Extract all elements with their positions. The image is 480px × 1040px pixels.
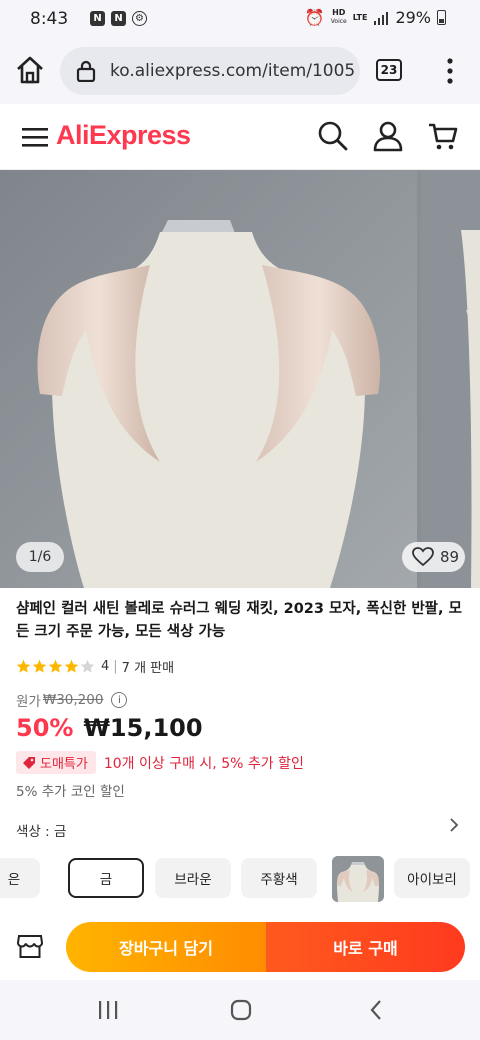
aliexpress-logo[interactable]: AliExpress (56, 120, 191, 151)
home-nav-icon[interactable] (229, 998, 253, 1022)
lock-icon (76, 60, 96, 82)
signal-icon (374, 11, 389, 25)
product-image[interactable] (0, 170, 417, 588)
coin-discount-text: 5% 추가 코인 할인 (16, 784, 125, 800)
star-filled-icon (32, 659, 47, 673)
rating-row[interactable]: 4 | 7 개 판매 (16, 657, 174, 676)
promo-row[interactable]: 도매특가 10개 이상 구매 시, 5% 추가 할인 (16, 751, 304, 774)
status-bar: 8:43 N N ⚙ ⏰ HD Voice LTE 29% (0, 0, 480, 38)
back-icon[interactable] (365, 998, 389, 1022)
alarm-icon: ⏰ (304, 8, 325, 27)
promo-badge: 도매특가 (16, 751, 96, 774)
url-text[interactable]: ko.aliexpress.com/item/1005 (110, 61, 355, 81)
product-image-gallery[interactable]: 1/6 89 (0, 170, 480, 588)
star-filled-icon (16, 659, 31, 673)
promo-badge-label: 도매특가 (40, 757, 88, 772)
rating-value: 4 (101, 659, 110, 674)
thumbnail-image (332, 856, 384, 902)
original-price-label: 원가 (16, 694, 41, 710)
wishlist-button[interactable]: 89 (402, 542, 465, 572)
rating-stars (16, 659, 95, 674)
color-option-orange[interactable]: 주황색 (241, 858, 317, 898)
sale-price: ₩15,100 (83, 714, 203, 742)
menu-icon[interactable] (22, 126, 48, 148)
battery-icon (437, 10, 446, 25)
home-icon[interactable] (14, 54, 46, 86)
original-price: ₩30,200 (42, 692, 104, 708)
notification-n-icon: N (90, 11, 105, 26)
tag-icon (23, 756, 35, 769)
image-counter: 1/6 (16, 542, 64, 572)
original-price-row: 원가 ₩30,200 i (16, 690, 128, 710)
system-navigation-bar (0, 980, 480, 1040)
promo-text: 10개 이상 구매 시, 5% 추가 할인 (103, 755, 304, 772)
browser-toolbar: ko.aliexpress.com/item/1005 23 (0, 38, 480, 104)
notification-n-icon: N (111, 11, 126, 26)
tab-switcher-button[interactable]: 23 (376, 59, 402, 81)
add-to-cart-button[interactable]: 장바구니 담기 (66, 922, 266, 972)
heart-icon (412, 547, 434, 567)
more-menu-icon[interactable] (440, 56, 460, 86)
chevron-right-icon[interactable] (448, 817, 460, 833)
settings-app-icon: ⚙ (132, 11, 147, 26)
bottom-action-bar: 장바구니 담기 바로 구매 (0, 912, 480, 980)
sold-count: 7 개 판매 (121, 661, 175, 676)
buy-now-button[interactable]: 바로 구매 (266, 922, 465, 972)
color-option-brown[interactable]: 브라운 (155, 858, 231, 898)
star-empty-icon (80, 659, 95, 673)
color-option-silver[interactable]: 은 (0, 858, 40, 898)
lte-icon: LTE (352, 12, 368, 22)
color-option-gold[interactable]: 금 (68, 858, 144, 898)
color-option-thumbnail[interactable] (332, 856, 384, 902)
color-label: 색상 : 금 (16, 824, 67, 840)
search-icon[interactable] (317, 120, 349, 152)
address-bar[interactable]: ko.aliexpress.com/item/1005 (60, 47, 360, 95)
cart-icon[interactable] (427, 120, 459, 152)
discount-percent: 50% (16, 714, 74, 742)
store-icon[interactable] (16, 932, 44, 960)
hd-voice-icon: HD Voice (330, 8, 347, 26)
product-title: 샴페인 컬러 새틴 볼레로 슈러그 웨딩 재킷, 2023 모자, 폭신한 반팔… (16, 601, 462, 640)
color-option-ivory[interactable]: 아이보리 (394, 858, 470, 898)
site-header: AliExpress (0, 104, 480, 170)
star-filled-icon (48, 659, 63, 673)
recent-apps-icon[interactable] (96, 998, 120, 1022)
color-options: 은 금 브라운 주황색 아이보리 (0, 856, 480, 902)
divider: | (113, 659, 118, 674)
status-time: 8:43 (30, 9, 69, 29)
account-icon[interactable] (372, 120, 404, 152)
info-icon[interactable]: i (111, 692, 128, 708)
next-product-image[interactable] (421, 170, 480, 588)
battery-text: 29% (395, 8, 431, 27)
star-filled-icon (64, 659, 79, 673)
price-row: 50% ₩15,100 (16, 714, 203, 742)
wishlist-count: 89 (440, 548, 460, 566)
